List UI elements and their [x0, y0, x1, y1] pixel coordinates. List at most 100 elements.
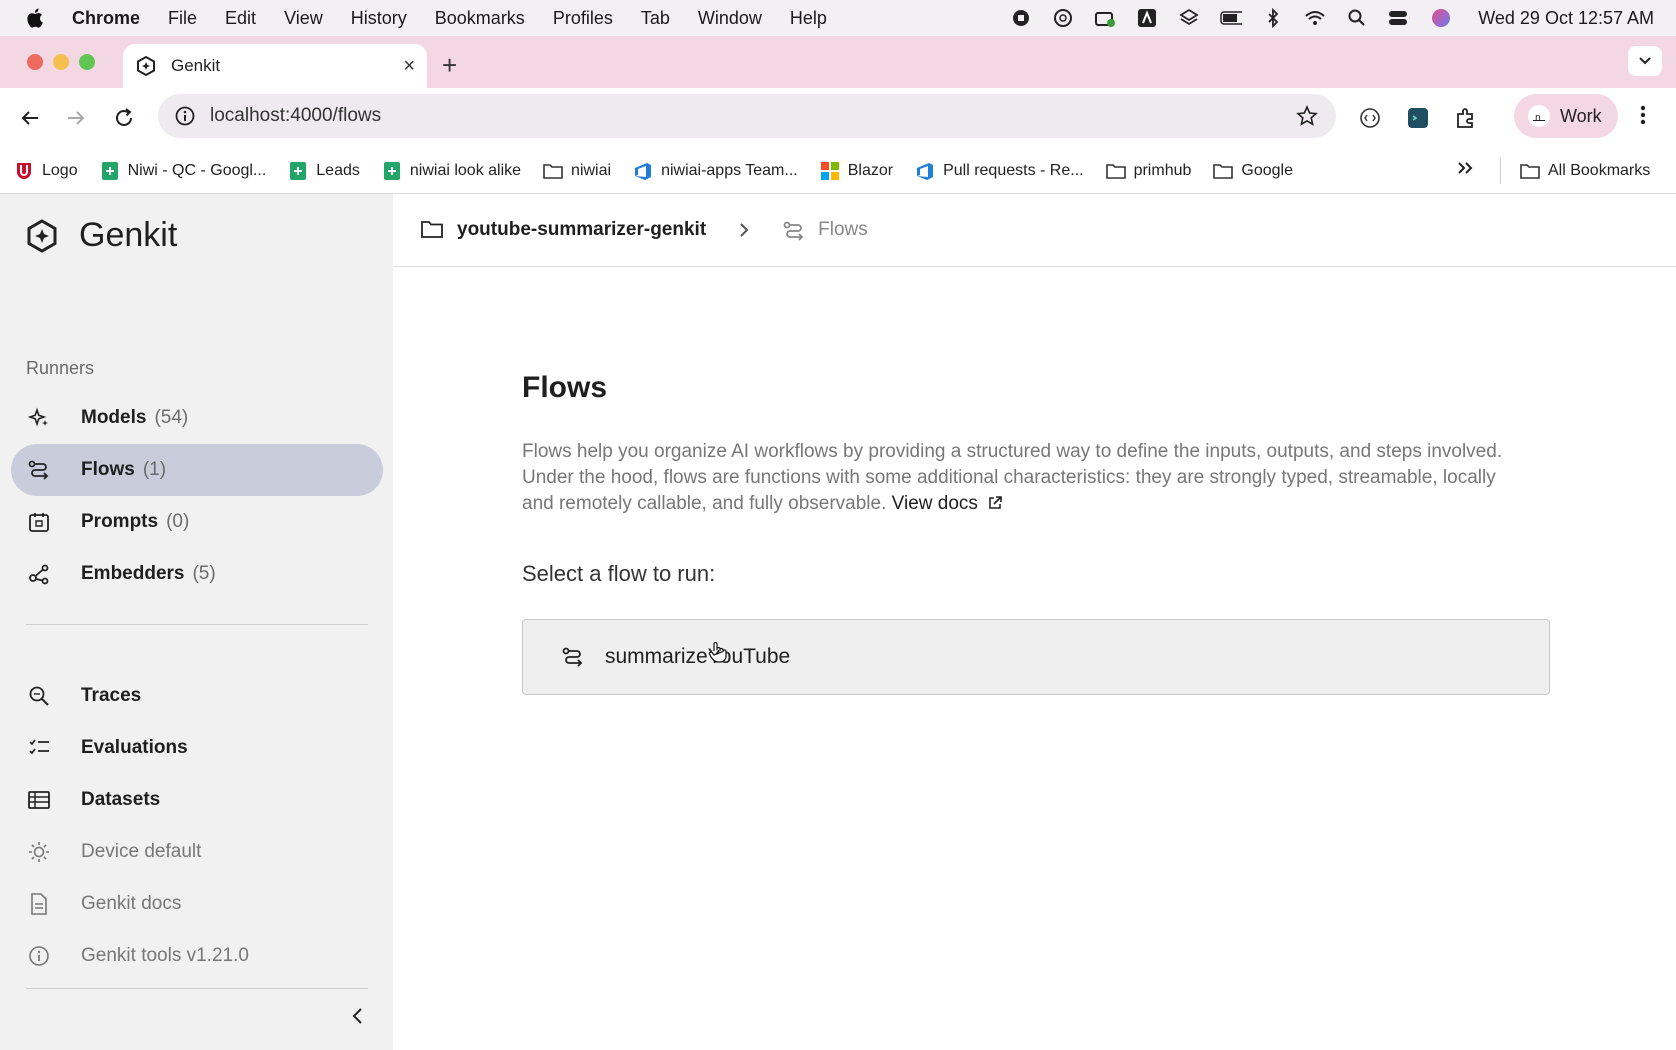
main-content: Flows Flows help you organize AI workflo… [393, 267, 1676, 1050]
menu-history[interactable]: History [351, 8, 407, 29]
external-link-icon [989, 496, 1003, 509]
browser-tab-genkit[interactable]: Genkit × [123, 44, 427, 88]
sidebar-item-models[interactable]: Models (54) [11, 392, 383, 444]
view-docs-link[interactable]: View docs [892, 493, 1004, 514]
sidebar-item-datasets[interactable]: Datasets [11, 774, 383, 826]
sidebar-item-genkit-docs[interactable]: Genkit docs [11, 878, 383, 930]
bookmark-pull-requests[interactable]: Pull requests - Re... [915, 161, 1084, 181]
genkit-logo-icon [25, 218, 59, 253]
menu-view[interactable]: View [284, 8, 323, 29]
close-window-button[interactable] [27, 54, 43, 70]
menu-help[interactable]: Help [790, 8, 827, 29]
folder-icon [1520, 161, 1540, 181]
back-arrow-icon[interactable] [16, 104, 44, 132]
sidebar-divider [26, 624, 368, 625]
new-tab-icon[interactable]: + [442, 50, 457, 81]
site-info-icon[interactable] [174, 105, 196, 127]
siri-icon[interactable] [1430, 7, 1452, 29]
sidebar-item-evaluations[interactable]: Evaluations [11, 722, 383, 774]
spotlight-search-icon[interactable] [1346, 7, 1368, 29]
flows-description: Flows help you organize AI workflows by … [522, 439, 1522, 517]
menu-profiles[interactable]: Profiles [553, 8, 613, 29]
sidebar-item-traces[interactable]: Traces [11, 670, 383, 722]
close-tab-icon[interactable]: × [403, 55, 415, 78]
flow-icon [27, 458, 51, 482]
hand-pointer-cursor-icon [708, 641, 727, 663]
battery-icon[interactable] [1220, 7, 1243, 29]
menu-app-name[interactable]: Chrome [72, 8, 140, 29]
menu-window[interactable]: Window [698, 8, 762, 29]
folder-icon [1105, 161, 1126, 181]
sidebar-item-device-default[interactable]: Device default [11, 826, 383, 878]
url-text[interactable]: localhost:4000/flows [210, 105, 381, 127]
wifi-icon[interactable] [1304, 7, 1326, 29]
chatgpt-icon[interactable] [1052, 7, 1074, 29]
bookmark-blazor[interactable]: Blazor [820, 161, 893, 181]
info-icon [27, 944, 51, 968]
layers-icon[interactable] [1178, 7, 1200, 29]
text-app-icon[interactable] [1136, 7, 1158, 29]
screen-record-icon[interactable] [1010, 7, 1032, 29]
microsoft-icon [820, 161, 840, 181]
bookmark-leads[interactable]: Leads [288, 161, 360, 181]
prompt-icon [27, 510, 51, 534]
menu-bookmarks[interactable]: Bookmarks [435, 8, 525, 29]
bookmark-google[interactable]: Google [1213, 161, 1293, 181]
bookmarks-overflow-icon[interactable] [1456, 160, 1474, 181]
genkit-favicon-icon [135, 55, 157, 77]
clock[interactable]: Wed 29 Oct 12:57 AM [1478, 8, 1654, 29]
menu-tab[interactable]: Tab [641, 8, 670, 29]
all-bookmarks-button[interactable]: All Bookmarks [1520, 148, 1650, 194]
bookmark-logo[interactable]: Logo [14, 161, 78, 181]
extension-terminal-icon[interactable] [1404, 104, 1432, 132]
select-flow-label: Select a flow to run: [522, 561, 716, 586]
flow-card-summarize-youtube[interactable]: summarizeYouTube [522, 619, 1550, 695]
menu-file[interactable]: File [168, 8, 197, 29]
svg-text:n: n [1535, 113, 1541, 121]
sidebar: Genkit Runners Models (54) Flows (1) Pro… [0, 194, 393, 1050]
toolbox-icon[interactable] [1094, 7, 1116, 29]
address-bar[interactable]: localhost:4000/flows [158, 94, 1336, 138]
extensions-puzzle-icon[interactable] [1452, 104, 1480, 132]
genkit-brand[interactable]: Genkit [25, 216, 177, 255]
control-center-icon[interactable] [1388, 7, 1411, 29]
trace-search-icon [27, 684, 51, 708]
bookmark-niwiai-apps[interactable]: niwiai-apps Team... [633, 161, 798, 181]
sheets-icon [382, 161, 402, 181]
section-label-runners: Runners [26, 358, 95, 378]
bookmark-niwi-qc[interactable]: Niwi - QC - Googl... [100, 161, 266, 181]
embedder-icon [27, 562, 51, 586]
brightness-icon [27, 840, 51, 864]
sidebar-footer-divider [26, 988, 368, 989]
azure-devops-icon [633, 161, 653, 181]
reload-icon[interactable] [110, 104, 138, 132]
bluetooth-icon[interactable] [1262, 7, 1284, 29]
extension-code-icon[interactable] [1356, 104, 1384, 132]
bookmark-niwiai[interactable]: niwiai [543, 161, 611, 181]
sidebar-item-genkit-tools-version[interactable]: Genkit tools v1.21.0 [11, 930, 383, 982]
breadcrumb-project[interactable]: youtube-summarizer-genkit [421, 219, 706, 241]
browser-menu-icon[interactable] [1640, 104, 1646, 132]
sheets-icon [288, 161, 308, 181]
browser-tab-strip: Genkit × + [0, 36, 1676, 88]
profile-button[interactable]: n Work [1514, 94, 1618, 138]
sidebar-item-prompts[interactable]: Prompts (0) [11, 496, 383, 548]
bookmark-primhub[interactable]: primhub [1105, 161, 1191, 181]
collapse-sidebar-chevron-icon[interactable] [348, 1006, 372, 1030]
apple-icon[interactable] [26, 7, 46, 29]
description-text: Flows help you organize AI workflows by … [522, 441, 1503, 514]
bookmark-niwiai-look-alike[interactable]: niwiai look alike [382, 161, 521, 181]
flow-name: summarizeYouTube [605, 645, 791, 668]
brand-name: Genkit [79, 216, 178, 254]
maximize-window-button[interactable] [79, 54, 95, 70]
document-icon [27, 892, 51, 916]
forward-arrow-icon[interactable] [62, 104, 90, 132]
sidebar-item-embedders[interactable]: Embedders (5) [11, 548, 383, 600]
profile-avatar: n [1528, 105, 1550, 127]
tab-search-button[interactable] [1628, 46, 1662, 76]
minimize-window-button[interactable] [53, 54, 69, 70]
bookmark-star-icon[interactable] [1296, 104, 1318, 133]
profile-label: Work [1560, 105, 1602, 126]
sidebar-item-flows[interactable]: Flows (1) [11, 444, 383, 496]
menu-edit[interactable]: Edit [225, 8, 256, 29]
